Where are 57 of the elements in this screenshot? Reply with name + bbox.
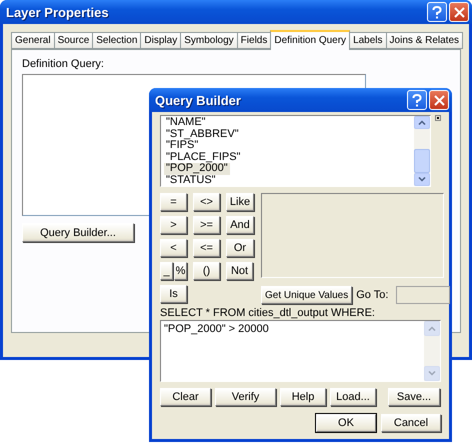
tab[interactable]: Selection bbox=[92, 32, 142, 49]
action-button[interactable]: Clear bbox=[160, 388, 211, 406]
tab[interactable]: Definition Query bbox=[270, 30, 350, 50]
operator-button[interactable]: >= bbox=[193, 216, 220, 234]
operator-button[interactable]: > bbox=[160, 216, 187, 234]
scrollbar[interactable] bbox=[414, 116, 430, 186]
operator-button[interactable]: <> bbox=[193, 193, 220, 211]
operator-button[interactable]: Not bbox=[226, 262, 253, 280]
operator-button[interactable]: <= bbox=[193, 239, 220, 257]
dialog-button[interactable]: Cancel bbox=[381, 414, 441, 432]
window-title: Layer Properties bbox=[6, 4, 109, 20]
field-list-item[interactable]: "ST_ABBREV" bbox=[164, 128, 241, 140]
tab[interactable]: General bbox=[11, 32, 55, 49]
close-icon[interactable] bbox=[454, 6, 464, 18]
close-icon[interactable] bbox=[434, 94, 444, 106]
get-unique-values-button[interactable]: Get Unique Values bbox=[261, 286, 352, 304]
dialog-title: Query Builder bbox=[155, 92, 241, 108]
close-button[interactable] bbox=[429, 90, 449, 110]
go-to-field[interactable] bbox=[396, 286, 450, 304]
help-button[interactable] bbox=[407, 90, 427, 110]
tab[interactable]: Source bbox=[54, 32, 94, 49]
operator-button[interactable]: % bbox=[174, 262, 187, 280]
go-to-label: Go To: bbox=[356, 289, 388, 301]
query-builder-button[interactable]: Query Builder... bbox=[22, 223, 134, 242]
sql-label: SELECT * FROM cities_dtl_output WHERE: bbox=[160, 307, 376, 319]
action-button[interactable]: Save... bbox=[388, 388, 440, 406]
field-list-item[interactable]: "FIPS" bbox=[164, 140, 200, 152]
field-list-item[interactable]: "POP_2000" bbox=[164, 163, 230, 174]
action-button[interactable]: Help bbox=[280, 388, 326, 406]
tab[interactable]: Joins & Relates bbox=[386, 32, 464, 49]
operator-button[interactable]: And bbox=[226, 216, 254, 234]
field-list-item[interactable]: "PLACE_FIPS" bbox=[164, 152, 242, 163]
action-button[interactable]: Load... bbox=[330, 388, 376, 406]
expression-text: "POP_2000" > 20000 bbox=[163, 322, 270, 337]
tab[interactable]: Labels bbox=[349, 32, 387, 49]
operator-button[interactable]: Or bbox=[226, 239, 254, 257]
definition-query-label: Definition Query: bbox=[22, 58, 105, 70]
resize-handle-icon[interactable] bbox=[435, 115, 441, 121]
close-button[interactable] bbox=[449, 2, 469, 22]
expression-field[interactable]: "POP_2000" > 20000 bbox=[160, 320, 441, 382]
action-button[interactable]: Verify bbox=[215, 388, 276, 406]
operator-button[interactable]: () bbox=[193, 262, 220, 280]
help-icon[interactable] bbox=[412, 94, 422, 106]
tab[interactable]: Display bbox=[140, 32, 182, 49]
field-list-item[interactable]: "STATUS" bbox=[164, 174, 218, 186]
tab[interactable]: Fields bbox=[236, 32, 272, 49]
operator-button[interactable]: _ bbox=[160, 262, 173, 280]
dialog-button[interactable]: OK bbox=[316, 414, 376, 432]
field-list-item[interactable]: "NAME" bbox=[164, 117, 208, 128]
operator-button[interactable]: Like bbox=[226, 193, 254, 211]
help-icon[interactable] bbox=[432, 6, 442, 18]
field-list[interactable]: "NAME" "ST_ABBREV" "FIPS" "PLACE_FIPS" "POP_2000" "STATUS" bbox=[160, 115, 432, 187]
operator-button[interactable]: < bbox=[160, 239, 187, 257]
operator-button[interactable]: Is bbox=[160, 285, 187, 303]
tab[interactable]: Symbology bbox=[180, 32, 238, 49]
help-button[interactable] bbox=[427, 2, 447, 22]
operator-button[interactable]: = bbox=[160, 193, 187, 211]
